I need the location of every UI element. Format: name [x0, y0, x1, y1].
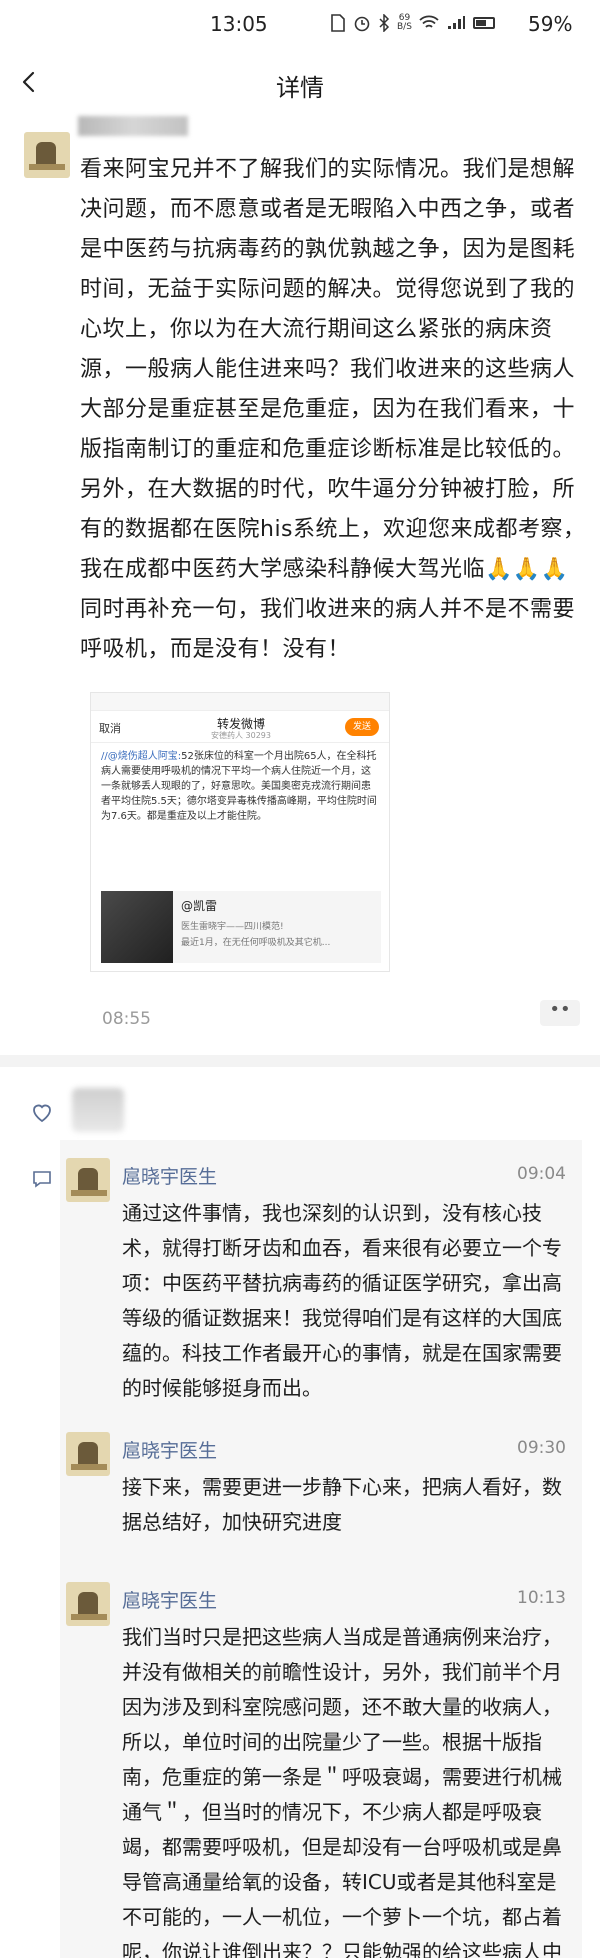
- comment-item[interactable]: 扈晓宇医生 10:13 我们当时只是把这些病人当成是普通病例来治疗，并没有做相关…: [66, 1582, 576, 1958]
- sim-card-icon: [331, 14, 345, 32]
- comment-time: 09:04: [517, 1164, 566, 1184]
- comment-text: 通过这件事情，我也深刻的认识到，没有核心技术，就得打断牙齿和血吞，看来很有必要立…: [122, 1201, 562, 1400]
- commenter-name[interactable]: 扈晓宇医生: [122, 1162, 217, 1189]
- post-time: 08:55: [102, 1009, 151, 1029]
- blurred-username: [78, 116, 188, 136]
- embed-card-title: @凯雷: [181, 899, 218, 913]
- comment-icon: [33, 1171, 51, 1188]
- battery-percent: 59%: [528, 12, 573, 36]
- comment-time: 10:13: [517, 1588, 566, 1608]
- embed-body: //@烧伤超人阿宝:52张床位的科室一个月出院65人，在全科托病人需要使用呼吸机…: [91, 743, 389, 830]
- embed-status-strip: [91, 693, 389, 711]
- nav-bar: 详情: [0, 48, 600, 116]
- commenter-name[interactable]: 扈晓宇医生: [122, 1436, 217, 1463]
- comment-text: 接下来，需要更进一步静下心来，把病人看好，数据总结好，加快研究进度: [122, 1475, 562, 1534]
- status-icons: 69 B/S: [330, 14, 495, 32]
- comment-item[interactable]: 扈晓宇医生 09:04 通过这件事情，我也深刻的认识到，没有核心技术，就得打断牙…: [66, 1158, 576, 1400]
- comment-time: 09:30: [517, 1438, 566, 1458]
- embed-quoted-card: @凯雷 医生雷晓宇——四川模范! 最近1月，在无任何呼吸机及其它机...: [101, 891, 381, 963]
- embed-card-line: 医生雷晓宇——四川模范!: [181, 922, 284, 932]
- status-bar: 13:05 69 B/S 59%: [0, 0, 600, 48]
- post-body: 看来阿宝兄并不了解我们的实际情况。我们是想解决问题，而不愿意或者是无暇陷入中西之…: [80, 150, 592, 670]
- embed-header: 取消 转发微博 安德药人 30293 发送: [91, 711, 389, 743]
- post-paragraph: 看来阿宝兄并不了解我们的实际情况。我们是想解决问题，而不愿意或者是无暇陷入中西之…: [80, 157, 586, 582]
- post-paragraph: 同时再补充一句，我们收进来的病人并不是不需要呼吸机，而是没有！没有！: [80, 597, 576, 662]
- status-time: 13:05: [210, 12, 268, 36]
- comment-text: 我们当时只是把这些病人当成是普通病例来治疗，并没有做相关的前瞻性设计，另外，我们…: [122, 1625, 562, 1958]
- commenter-name[interactable]: 扈晓宇医生: [122, 1586, 217, 1613]
- net-speed: 69 B/S: [397, 13, 412, 32]
- wifi-icon: [419, 15, 439, 28]
- embed-send-label: 发送: [345, 718, 379, 736]
- blurred-like-avatar: [72, 1088, 124, 1132]
- avatar[interactable]: [66, 1158, 110, 1202]
- more-button[interactable]: ••: [540, 1000, 580, 1026]
- embedded-screenshot[interactable]: 取消 转发微博 安德药人 30293 发送 //@烧伤超人阿宝:52张床位的科室…: [90, 692, 390, 972]
- embed-mention: //@烧伤超人阿宝:: [101, 751, 182, 762]
- page-title: 详情: [276, 74, 324, 102]
- comment-item[interactable]: 扈晓宇医生 09:30 接下来，需要更进一步静下心来，把病人看好，数据总结好，加…: [66, 1432, 576, 1542]
- signal-icon: [447, 16, 465, 29]
- heart-icon: [33, 1104, 51, 1123]
- embed-thumbnail: [101, 891, 173, 963]
- battery-icon: [472, 17, 495, 29]
- divider: [0, 1055, 600, 1067]
- avatar[interactable]: [24, 132, 70, 178]
- bluetooth-icon: [379, 14, 390, 32]
- avatar[interactable]: [66, 1582, 110, 1626]
- embed-card-line: 最近1月，在无任何呼吸机及其它机...: [181, 938, 331, 948]
- avatar[interactable]: [66, 1432, 110, 1476]
- alarm-icon: [354, 16, 370, 32]
